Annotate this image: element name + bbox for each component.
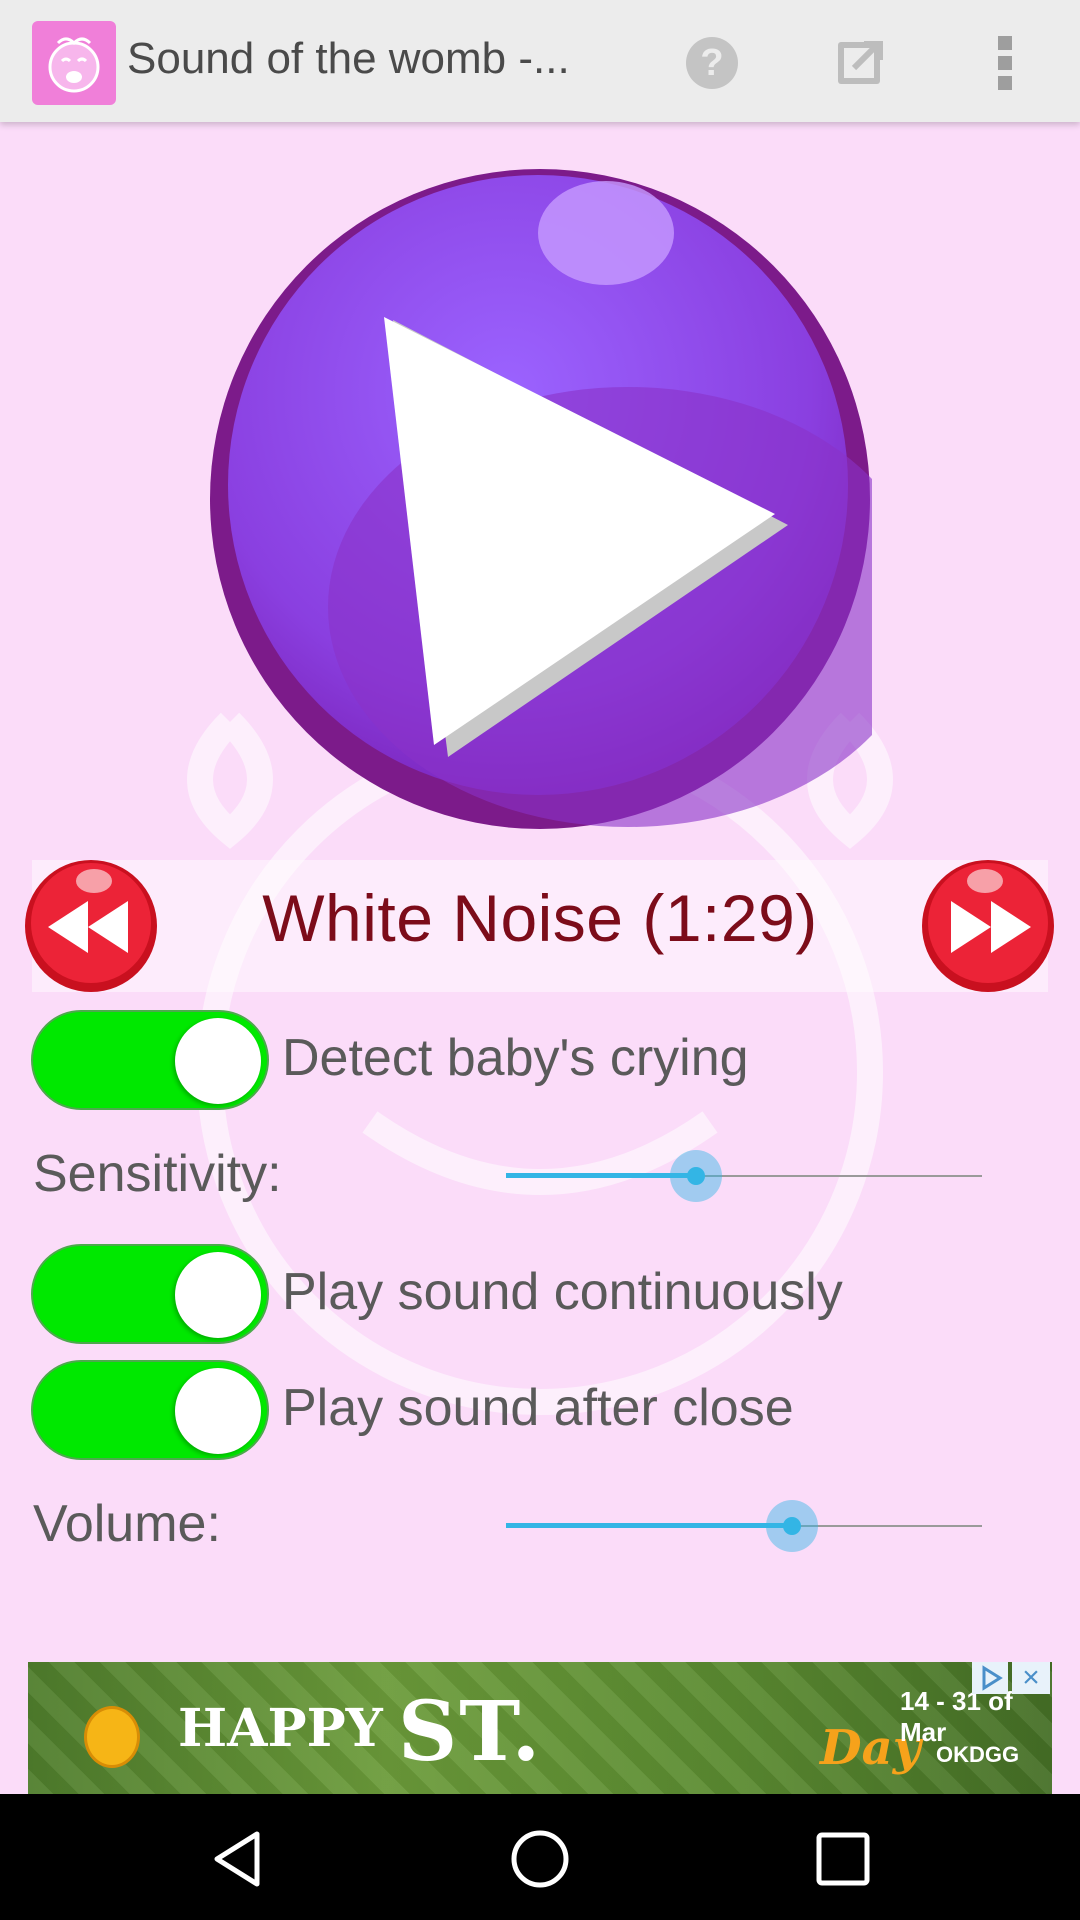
gold-coin-icon bbox=[84, 1706, 140, 1768]
app-bar: Sound of the womb -... ? bbox=[0, 0, 1080, 122]
ad-choices-icon[interactable] bbox=[972, 1662, 1008, 1694]
toggle-knob bbox=[175, 1018, 261, 1104]
help-icon[interactable]: ? bbox=[686, 37, 738, 89]
play-continuously-toggle[interactable] bbox=[31, 1244, 269, 1344]
sensitivity-slider[interactable] bbox=[506, 1136, 982, 1216]
sensitivity-label: Sensitivity: bbox=[33, 1145, 282, 1203]
ad-banner[interactable]: HAPPY ST. PATRICK'S Day 14 - 31 of Mar O… bbox=[28, 1662, 1052, 1794]
play-continuously-label: Play sound continuously bbox=[282, 1263, 843, 1321]
recents-icon[interactable] bbox=[808, 1824, 878, 1894]
share-icon[interactable] bbox=[834, 36, 886, 88]
slider-thumb[interactable] bbox=[670, 1150, 723, 1202]
toggle-knob bbox=[175, 1368, 261, 1454]
slider-thumb[interactable] bbox=[765, 1500, 818, 1552]
main-content: White Noise (1:29) Detect baby's crying … bbox=[0, 122, 1080, 1662]
play-after-close-label: Play sound after close bbox=[282, 1379, 794, 1437]
previous-track-button[interactable] bbox=[24, 859, 158, 993]
detect-crying-label: Detect baby's crying bbox=[282, 1029, 749, 1087]
app-title: Sound of the womb -... bbox=[127, 34, 570, 83]
ad-brand: OKDGG bbox=[936, 1742, 1020, 1767]
ad-dates: 14 - 31 of Mar bbox=[900, 1686, 1013, 1747]
play-button[interactable] bbox=[208, 167, 928, 831]
rewind-icon bbox=[25, 860, 157, 992]
track-title: White Noise (1:29) bbox=[262, 881, 818, 955]
ad-close-icon[interactable]: × bbox=[1012, 1662, 1050, 1694]
detect-crying-toggle[interactable] bbox=[31, 1010, 269, 1110]
back-icon[interactable] bbox=[203, 1824, 273, 1894]
next-track-button[interactable] bbox=[921, 859, 1055, 993]
ad-happy-text: HAPPY bbox=[178, 1698, 383, 1759]
toggle-knob bbox=[175, 1252, 261, 1338]
home-icon[interactable] bbox=[505, 1824, 575, 1894]
slider-fill bbox=[506, 1173, 697, 1178]
play-after-close-toggle[interactable] bbox=[31, 1360, 269, 1460]
volume-slider[interactable] bbox=[506, 1486, 982, 1566]
volume-label: Volume: bbox=[33, 1495, 221, 1553]
overflow-menu-icon[interactable] bbox=[994, 34, 1018, 92]
crying-baby-icon[interactable] bbox=[32, 21, 116, 105]
system-navigation-bar bbox=[0, 1794, 1080, 1920]
slider-fill bbox=[506, 1523, 792, 1528]
fast-forward-icon bbox=[922, 860, 1054, 992]
